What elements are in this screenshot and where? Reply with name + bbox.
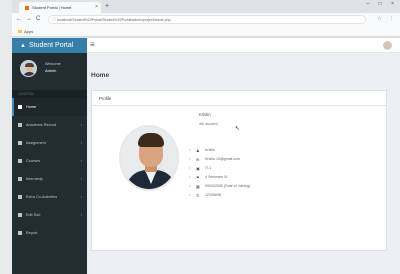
reload-icon[interactable]: C [36,15,40,24]
profile-role: 4th student [199,122,218,126]
user-icon: ♟ [196,148,200,153]
box-title: Profile [92,91,386,106]
sidebar-item-label: Report [26,231,38,235]
detail-text: Kristin.19@gmail.com [205,157,241,161]
topbar: ≡ [87,38,400,53]
sidebar-item-home[interactable]: Home [12,98,87,116]
table-icon [18,195,22,199]
sidebar-item-edit-sub[interactable]: Edit Sub ‹ [12,206,87,224]
detail-phone: • ✆ 12345698 [189,193,221,198]
chevron-left-icon: ‹ [80,140,82,145]
brand[interactable]: ▲ Student Portal [12,38,87,53]
sidebar-item-report[interactable]: Report [12,224,87,242]
user-icon [18,159,22,163]
detail-email: • ✉ Kristin.19@gmail.com [189,157,241,162]
detail-text: 4 Semester III [205,175,228,179]
page-title: Home [91,72,110,79]
info-icon: ⓘ [52,17,56,22]
detail-joining-date: • ▦ 09/03/2000 (Date of Joining) [189,184,251,189]
detail-semester: • ⚑ 4 Semester III [189,175,228,180]
sidebar-item-extra-co-activities[interactable]: Extra Co-Activities ‹ [12,188,87,206]
main-content: Home Profile Kristin 4th student ↖ • ♟ K… [87,53,400,274]
bookmark-label: Apps [24,29,34,34]
tab-title: Student Portal | Home [32,5,72,10]
chevron-left-icon: ‹ [80,158,82,163]
sidebar-item-courses[interactable]: Courses ‹ [12,152,87,170]
sidebar-item-label: Assignment [26,141,46,145]
mouse-cursor-icon: ↖ [235,126,241,132]
sidebar-item-label: Academic Record [26,123,56,127]
detail-class: • ▣ IT-1 [189,166,212,171]
sidebar: ▲ Student Portal Welcome Admin GENERAL Ho… [12,38,87,274]
sidebar-item-assignment[interactable]: Assignment ‹ [12,134,87,152]
avatar[interactable] [383,41,392,50]
chevron-left-icon: ‹ [80,122,82,127]
graduation-icon: ▲ [20,43,26,49]
home-icon [18,105,22,109]
menu-toggle-icon[interactable]: ≡ [90,40,95,50]
chevron-left-icon: ‹ [80,194,82,199]
tab-close-icon[interactable]: × [95,2,98,13]
back-icon[interactable]: ← [16,15,22,24]
detail-text: 09/03/2000 (Date of Joining) [205,184,251,188]
bookmark-apps[interactable]: Apps [18,28,33,35]
table-icon [18,213,22,217]
address-text: localhost/Student%20Portal/Student%20Por… [57,18,171,22]
profile-details: • ♟ Kristin • ✉ Kristin.19@gmail.com • ▣… [189,146,379,200]
sidebar-item-label: Courses [26,159,41,163]
toolbar-actions[interactable]: ☆ ⋮ [377,15,397,24]
browser-tab[interactable]: Student Portal | Home × [19,2,101,13]
window-controls[interactable]: – □ × [367,1,399,7]
detail-text: Kristin [205,148,215,152]
browser-toolbar: ← → C ⓘ localhost/Student%20Portal/Stude… [12,13,400,26]
favicon-icon [25,5,29,10]
detail-name: • ♟ Kristin [189,148,215,153]
edit-icon [18,123,22,127]
profile-box: Profile Kristin 4th student ↖ • ♟ Kristi… [91,90,387,251]
sidebar-item-label: Extra Co-Activities [26,195,58,199]
id-icon: ▣ [196,166,200,171]
pin-icon: ⚑ [196,175,200,180]
detail-text: IT-1 [205,166,212,170]
sidebar-item-label: Edit Sub [26,213,41,217]
welcome-text: Welcome [45,62,61,66]
profile-name: Kristin [199,112,211,117]
forward-icon[interactable]: → [26,15,32,24]
calendar-icon: ▦ [196,184,200,189]
detail-text: 12345698 [205,193,221,197]
edit-icon [18,141,22,145]
app: ▲ Student Portal Welcome Admin GENERAL Ho… [12,38,400,274]
sidebar-item-label: Home [26,105,37,109]
brand-title: Student Portal [28,42,74,49]
file-icon [18,231,22,235]
sidebar-item-label: Internship [26,177,43,181]
chevron-left-icon: ‹ [80,212,82,217]
browser-window: Student Portal | Home × + – □ × ← → C ⓘ … [12,0,400,274]
user-icon [18,177,22,181]
username: Admin [45,68,57,73]
tab-bar: Student Portal | Home × + – □ × [12,0,400,13]
sidebar-menu: Home Academic Record ‹ Assignment ‹ Cour… [12,98,87,242]
avatar [20,60,37,77]
new-tab-button[interactable]: + [105,2,109,11]
address-bar[interactable]: ⓘ localhost/Student%20Portal/Student%20P… [48,15,366,24]
sidebar-item-internship[interactable]: Internship ‹ [12,170,87,188]
phone-icon: ✆ [196,193,200,198]
chevron-left-icon: ‹ [80,176,82,181]
folder-icon [18,30,22,34]
nav-header: GENERAL [12,90,87,98]
profile-photo [119,125,179,191]
sidebar-item-academic-record[interactable]: Academic Record ‹ [12,116,87,134]
bookmarks-bar: Apps [12,26,400,37]
user-panel: Welcome Admin [12,53,87,90]
envelope-icon: ✉ [196,157,200,162]
